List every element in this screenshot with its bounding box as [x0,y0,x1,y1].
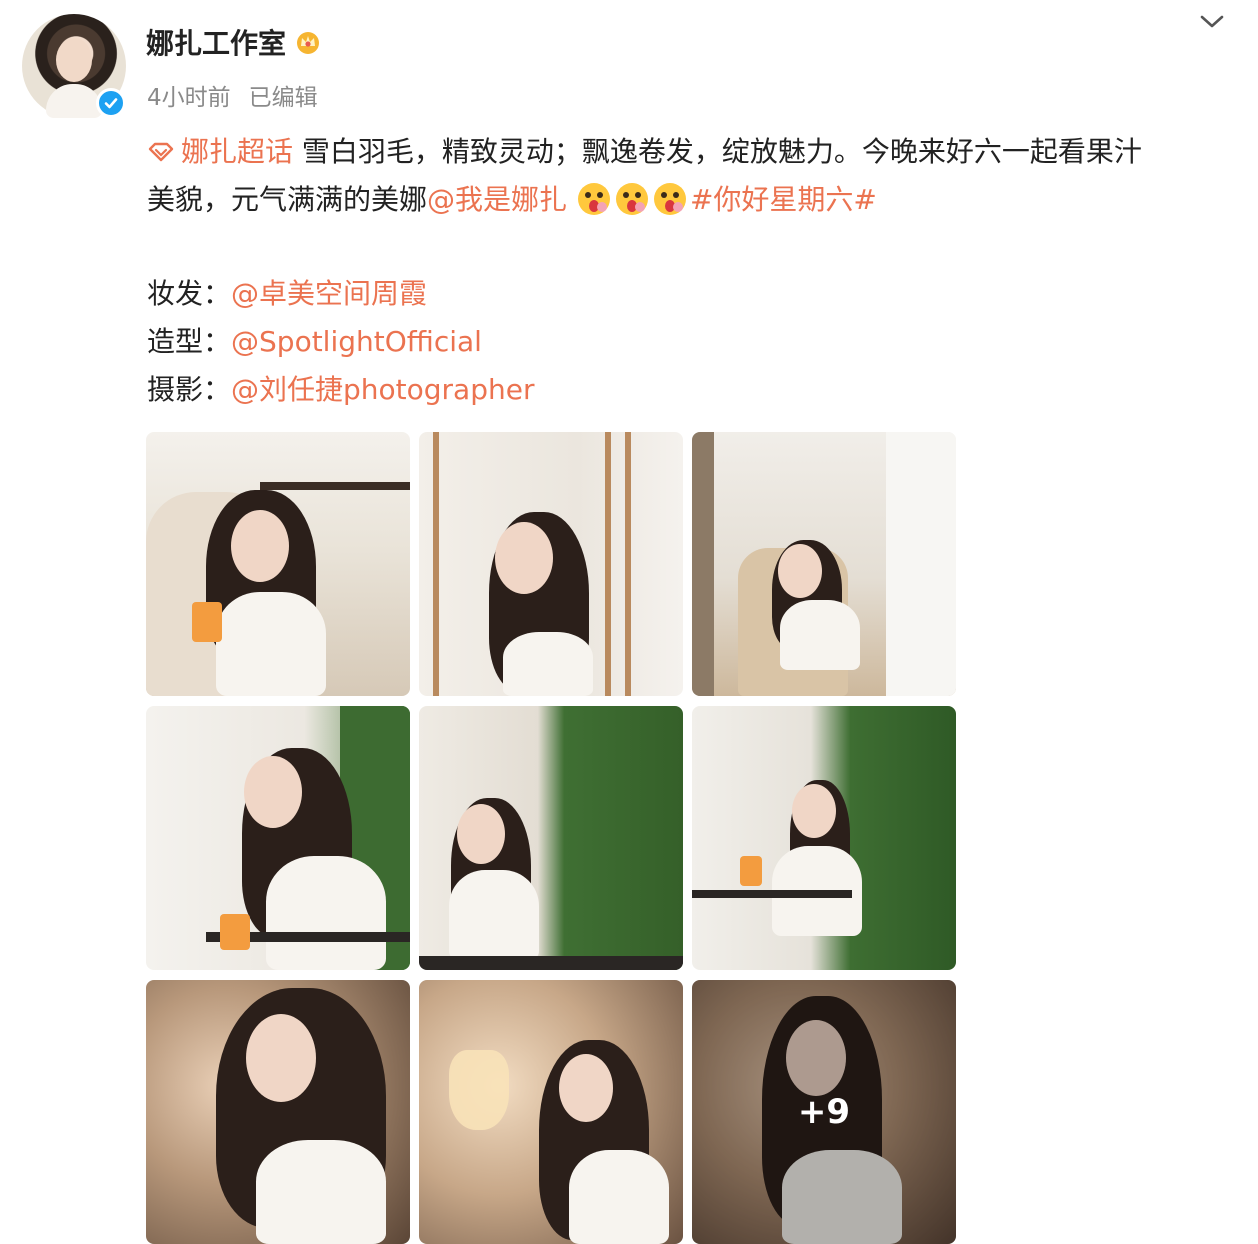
credit-handle[interactable]: @卓美空间周霞 [231,277,427,310]
chevron-down-icon[interactable] [1196,10,1228,34]
super-topic-label: 娜扎超话 [181,135,294,168]
photo-thumbnail[interactable] [692,706,956,970]
post-line-1: 娜扎超话 雪白羽毛，精致灵动；飘逸卷发，绽放魅力。今晚来好六一起看果汁 [147,128,1237,176]
credit-row-styling: 造型：@SpotlightOfficial [147,318,534,366]
photo-thumbnail[interactable] [146,706,410,970]
photo-thumbnail[interactable] [146,980,410,1244]
avatar-face [56,38,92,82]
photo-thumbnail[interactable] [419,980,683,1244]
mention-link[interactable]: @我是娜扎 [427,183,567,216]
edited-label[interactable]: 已编辑 [249,78,318,112]
account-name-row: 娜扎工作室 [146,22,322,62]
verified-icon [96,88,126,118]
credit-handle[interactable]: @刘任捷photographer [231,373,534,406]
post-text: 娜扎超话 雪白羽毛，精致灵动；飘逸卷发，绽放魅力。今晚来好六一起看果汁 美貌，元… [147,128,1237,224]
super-topic-link[interactable]: 娜扎超话 [147,135,302,168]
photo-thumbnail[interactable] [419,706,683,970]
crown-icon [297,32,320,54]
photo-thumbnail[interactable] [146,432,410,696]
credit-row-hair: 妆发：@卓美空间周霞 [147,270,534,318]
more-photos-overlay[interactable]: +9 [692,980,956,1244]
surprised-face-emoji [615,183,648,215]
post-line-2: 美貌，元气满满的美娜@我是娜扎 #你好星期六# [147,176,1237,224]
post-text-line2: 美貌，元气满满的美娜 [147,183,428,216]
credit-handle[interactable]: @SpotlightOfficial [231,325,482,358]
hashtag-link[interactable]: #你好星期六# [690,183,877,216]
credit-label: 摄影： [147,373,232,406]
account-name[interactable]: 娜扎工作室 [146,22,286,62]
credits-list: 妆发：@卓美空间周霞 造型：@SpotlightOfficial 摄影：@刘任捷… [147,270,534,414]
photo-grid: +9 [146,432,956,1244]
photo-thumbnail[interactable]: +9 [692,980,956,1244]
credit-label: 妆发： [147,277,232,310]
post-text-line1: 雪白羽毛，精致灵动；飘逸卷发，绽放魅力。今晚来好六一起看果汁 [301,135,1142,168]
photo-thumbnail[interactable] [419,432,683,696]
avatar-dress [46,84,102,118]
surprised-face-emoji [577,183,610,215]
credit-row-photo: 摄影：@刘任捷photographer [147,366,534,414]
credit-label: 造型： [147,325,232,358]
post-meta: 4小时前 已编辑 [147,78,318,112]
diamond-icon [148,142,174,162]
surprised-face-emoji [653,183,686,215]
photo-thumbnail[interactable] [692,432,956,696]
more-photos-count: +9 [797,1092,851,1132]
post-time: 4小时前 [147,85,231,111]
